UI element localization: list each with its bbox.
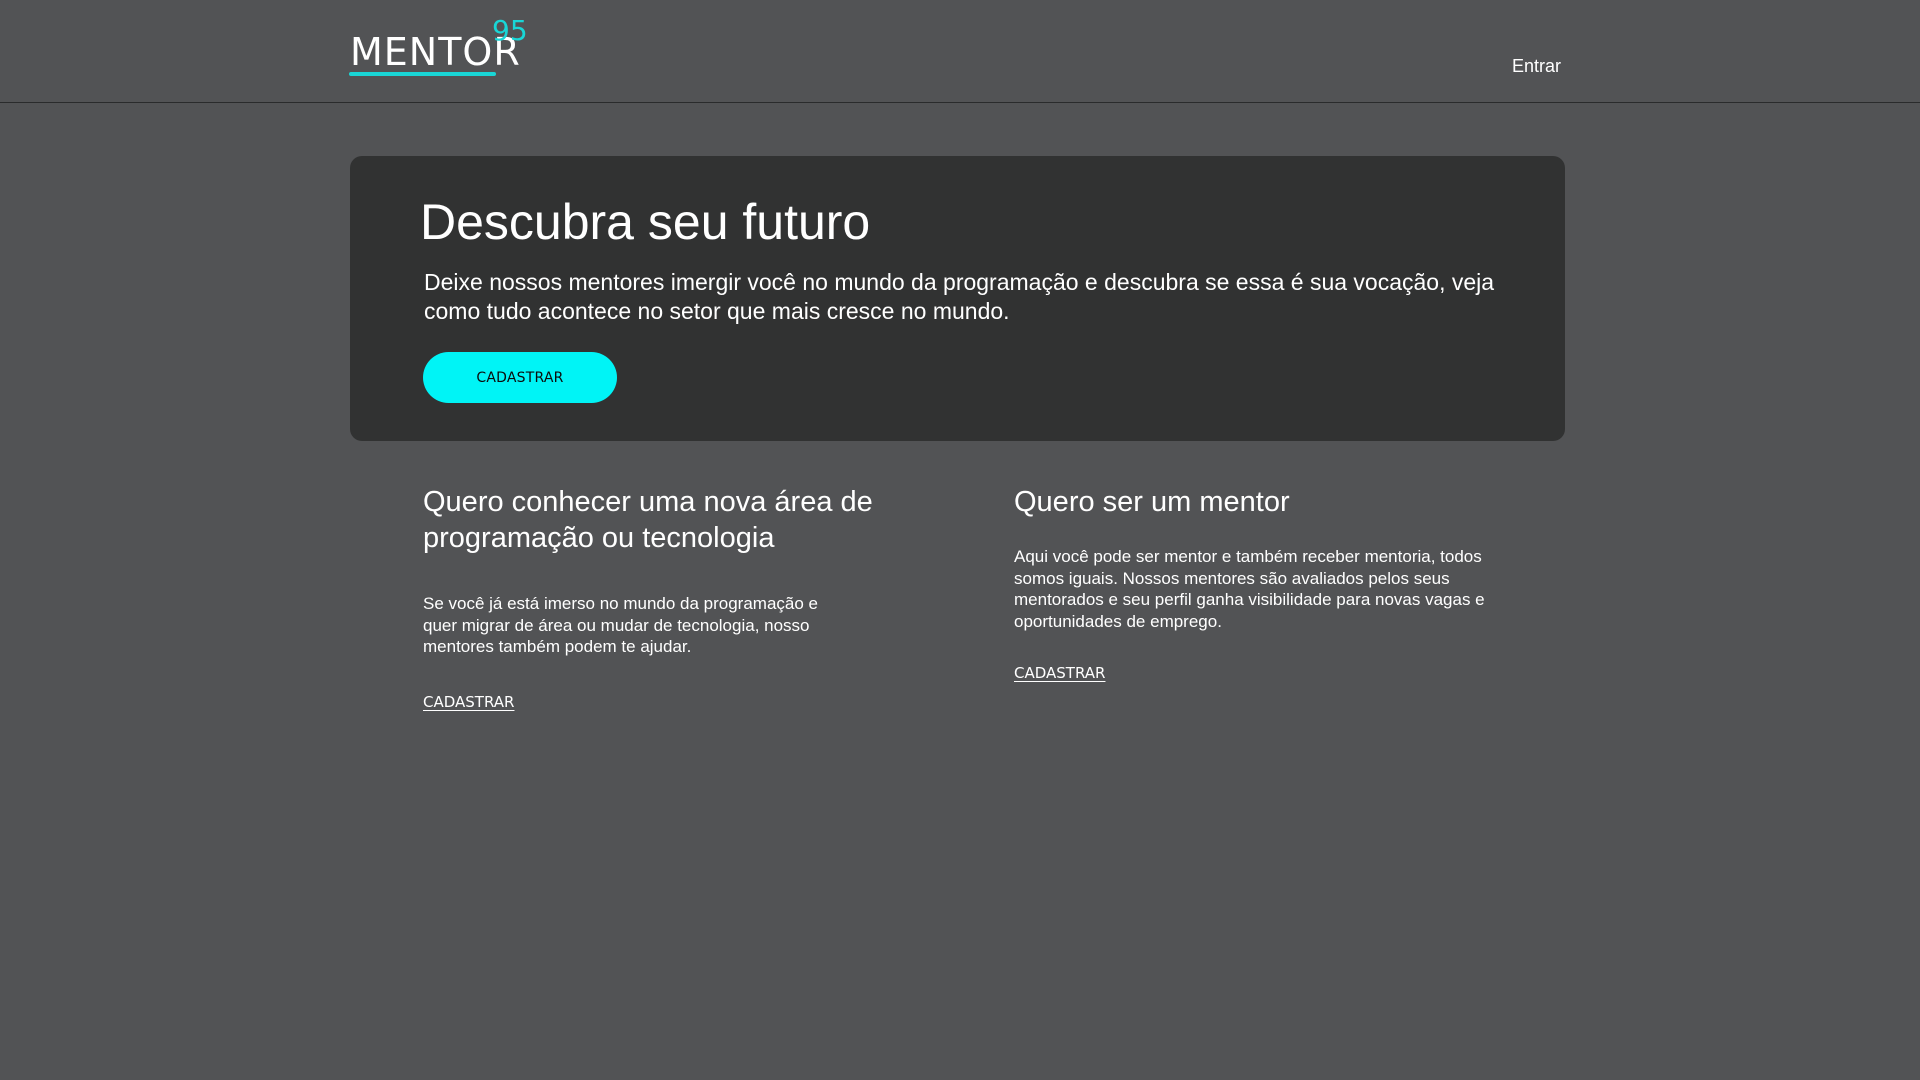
page: MENTOR 95 Entrar Descubra seu futuro Dei…	[0, 0, 1920, 1080]
section-become-mentor: Quero ser um mentor Aqui você pode ser m…	[1014, 484, 1514, 682]
top-navigation-bar: MENTOR 95 Entrar	[0, 0, 1920, 103]
section-learn-new-area: Quero conhecer uma nova área de programa…	[423, 484, 923, 711]
hero-signup-button[interactable]: CADASTRAR	[423, 352, 617, 403]
section-title: Quero conhecer uma nova área de programa…	[423, 486, 873, 554]
section-text: Se você já está imerso no mundo da progr…	[423, 594, 819, 656]
section-signup-link[interactable]: CADASTRAR	[1014, 664, 1105, 682]
hero-banner: Descubra seu futuro Deixe nossos mentore…	[350, 156, 1565, 441]
logo-superscript: 95	[492, 14, 528, 47]
logo-underline	[349, 72, 496, 76]
mentor95-logo[interactable]: MENTOR 95	[349, 17, 539, 81]
login-link[interactable]: Entrar	[1512, 56, 1561, 77]
section-text: Aqui você pode ser mentor e também receb…	[1014, 547, 1485, 631]
section-title: Quero ser um mentor	[1014, 486, 1290, 518]
hero-description: Deixe nossos mentores imergir você no mu…	[424, 269, 1495, 324]
section-signup-link[interactable]: CADASTRAR	[423, 693, 514, 711]
hero-title: Descubra seu futuro	[420, 194, 871, 250]
